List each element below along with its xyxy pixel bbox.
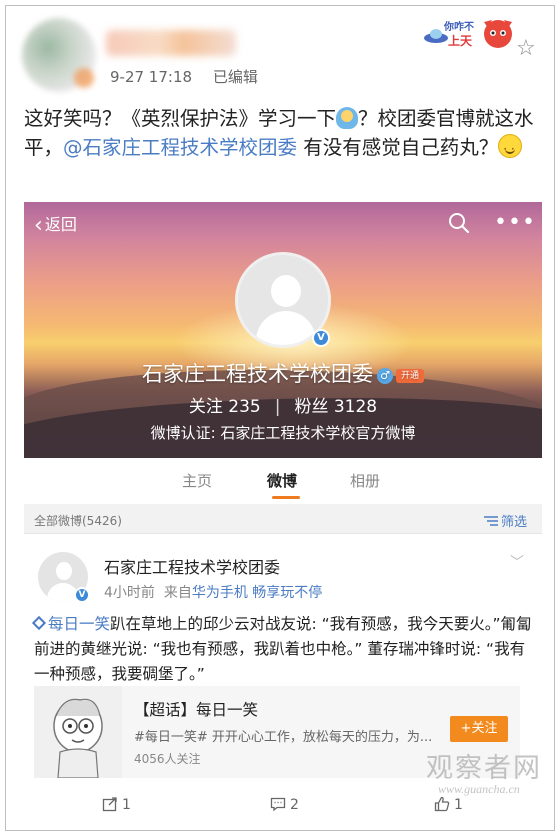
mention-link[interactable]: @石家庄工程技术学校团委 xyxy=(63,136,297,159)
doll-emoji-icon xyxy=(336,107,359,129)
tab-weibo[interactable]: 微博 xyxy=(267,470,297,491)
filter-label: 筛选 xyxy=(501,515,528,530)
tab-album[interactable]: 相册 xyxy=(350,470,380,491)
watermark-url: www.guancha.cn xyxy=(438,782,520,796)
repost-count: 1 xyxy=(122,797,131,813)
repost-button[interactable]: 1 xyxy=(102,796,131,813)
thumbs-up-icon xyxy=(434,796,450,812)
badge-line2: 上天 xyxy=(448,34,473,48)
chevron-left-icon: ‹ xyxy=(34,213,43,238)
tab-home[interactable]: 主页 xyxy=(182,470,212,491)
decorative-badge: 你咋不 上天 xyxy=(422,14,516,56)
supertopic-description: #每日一笑# 开开心心工作，放松每天的压力，为... xyxy=(134,730,433,745)
male-icon: ♂ xyxy=(377,368,393,384)
verified-icon: V xyxy=(312,329,330,347)
followers-count[interactable]: 粉丝 3128 xyxy=(294,397,377,417)
user-avatar-blurred[interactable] xyxy=(22,18,96,92)
back-button[interactable]: ‹ 返回 xyxy=(34,211,77,238)
supertopic-follower-count: 4056人关注 xyxy=(134,752,201,766)
feed-verified-icon: V xyxy=(74,587,90,603)
profile-tabs: 主页 微博 相册 xyxy=(24,458,542,504)
feed-author-name[interactable]: 石家庄工程技术学校团委 xyxy=(104,554,280,578)
more-icon[interactable]: ••• xyxy=(494,210,536,235)
comment-count: 2 xyxy=(290,797,299,813)
username-blurred[interactable] xyxy=(106,30,236,56)
feed-time: 4小时前 xyxy=(104,585,155,601)
weibo-post-screenshot: 9-27 17:18 已编辑 你咋不 上天 ☆ 这好笑吗？《英烈保护法》学习一下… xyxy=(5,5,555,831)
topic-link[interactable]: 每日一笑 xyxy=(48,615,110,633)
follow-stats: 关注 235 | 粉丝 3128 xyxy=(24,392,542,417)
post-text: 这好笑吗？《英烈保护法》学习一下 ？校团委官博就这水平，@石家庄工程技术学校团委 … xyxy=(24,104,544,164)
feed-time-source: 4小时前 来自华为手机 畅享玩不停 xyxy=(104,582,322,602)
profile-cover: ‹ 返回 ••• V 石家庄工程技术学校团委 ♂ 开通 关注 235 | 粉丝 3128 … xyxy=(24,202,542,458)
stats-divider: | xyxy=(274,397,281,417)
topic-diamond-icon xyxy=(31,615,47,631)
star-icon[interactable]: ☆ xyxy=(516,36,536,61)
member-icon: 开通 xyxy=(396,369,424,383)
feed-source[interactable]: 华为手机 畅享玩不停 xyxy=(192,585,322,601)
avatar-body xyxy=(256,311,316,345)
avatar-head xyxy=(271,275,301,307)
feed-avatar-head xyxy=(56,562,72,580)
all-posts-count: 全部微博(5426) xyxy=(34,514,122,528)
embedded-profile-screenshot: ‹ 返回 ••• V 石家庄工程技术学校团委 ♂ 开通 关注 235 | 粉丝 3128 … xyxy=(24,202,542,822)
repost-icon xyxy=(102,797,117,812)
chevron-down-icon[interactable]: ﹀ xyxy=(510,552,524,572)
comment-icon xyxy=(270,797,286,812)
profile-name: 石家庄工程技术学校团委 ♂ 开通 xyxy=(24,358,542,388)
watermark-text: 观察者网 xyxy=(426,753,542,784)
filter-button[interactable]: 筛选 xyxy=(484,511,527,530)
active-tab-indicator xyxy=(272,496,300,499)
post-text-part3: 有没有感觉自己药丸？ xyxy=(297,136,499,159)
feed-source-prefix: 来自 xyxy=(163,585,192,601)
comment-button[interactable]: 2 xyxy=(270,796,299,813)
filter-icon xyxy=(484,516,498,526)
like-button[interactable]: 1 xyxy=(434,796,463,813)
post-timestamp: 9-27 17:18 xyxy=(110,68,193,86)
back-label: 返回 xyxy=(44,215,77,234)
badge-line1: 你咋不 xyxy=(444,22,474,33)
filter-bar: 全部微博(5426) 筛选 xyxy=(24,504,542,534)
post-meta: 9-27 17:18 已编辑 xyxy=(110,66,274,87)
supertopic-thumbnail xyxy=(34,686,122,778)
verification-text: 微博认证: 石家庄工程技术学校官方微博 xyxy=(150,424,416,442)
edited-label: 已编辑 xyxy=(212,68,258,86)
smile-emoji-icon xyxy=(498,134,523,164)
cartoon-character-icon xyxy=(53,698,103,778)
profile-name-text: 石家庄工程技术学校团委 xyxy=(142,362,373,386)
feed-text: 每日一笑趴在草地上的邱少云对战友说: “我有预感，我今天要火。”匍匐前进的黄继光… xyxy=(31,612,534,687)
follow-button[interactable]: +关注 xyxy=(450,716,508,742)
post-text-part1: 这好笑吗？《英烈保护法》学习一下 xyxy=(24,107,337,130)
search-icon[interactable] xyxy=(448,212,470,234)
supertopic-title: 【超话】每日一笑 xyxy=(134,701,259,719)
following-count[interactable]: 关注 235 xyxy=(189,397,261,417)
like-count: 1 xyxy=(454,797,463,813)
